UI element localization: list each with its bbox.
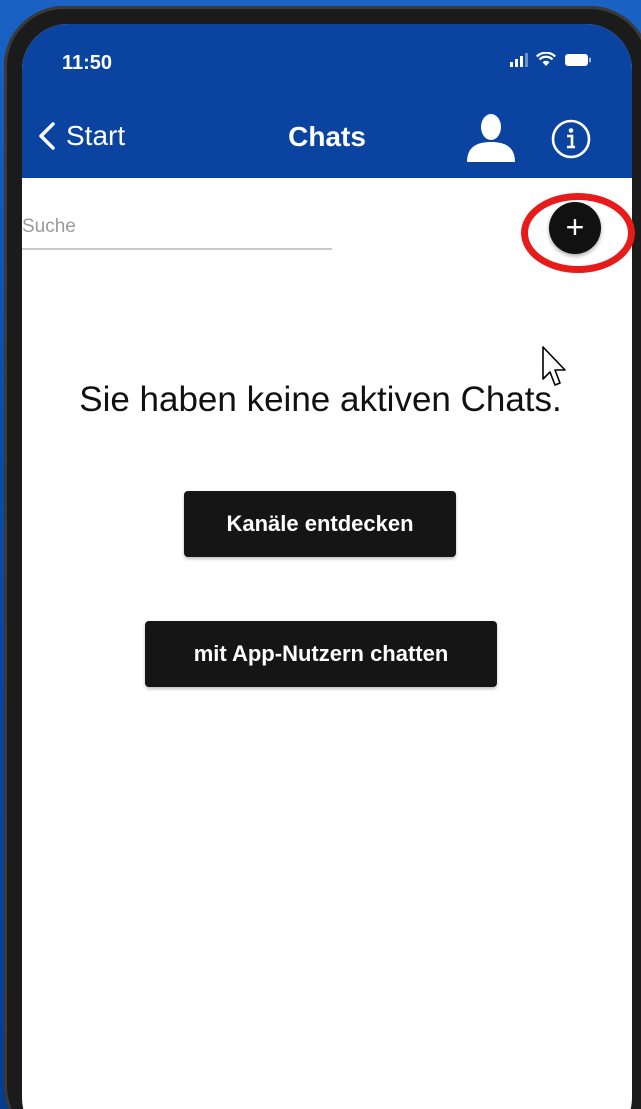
chevron-left-icon bbox=[39, 122, 55, 150]
wifi-icon bbox=[536, 52, 556, 67]
search-input[interactable] bbox=[22, 208, 332, 246]
back-button[interactable]: Start bbox=[36, 120, 125, 152]
info-button[interactable] bbox=[550, 118, 592, 160]
screenshot-stage: 11:50 Start Chats Suche + Sie haben kein… bbox=[0, 0, 641, 1109]
person-icon bbox=[467, 114, 515, 162]
phone-frame: 11:50 Start Chats bbox=[4, 6, 641, 1109]
info-icon bbox=[551, 119, 591, 159]
add-chat-button[interactable]: + bbox=[549, 202, 601, 254]
search-field[interactable] bbox=[22, 208, 332, 250]
app-screen: 11:50 Start Chats bbox=[22, 24, 632, 1109]
back-label: Start bbox=[66, 120, 126, 151]
signal-icon bbox=[510, 52, 528, 67]
status-time: 11:50 bbox=[62, 52, 113, 74]
plus-icon: + bbox=[565, 209, 585, 245]
empty-state-message: Sie haben keine aktiven Chats. bbox=[79, 380, 562, 419]
status-icons bbox=[510, 52, 592, 67]
discover-channels-button[interactable]: Kanäle entdecken bbox=[184, 491, 456, 557]
profile-button[interactable] bbox=[464, 112, 518, 164]
battery-icon bbox=[564, 53, 592, 67]
chat-with-app-users-button[interactable]: mit App-Nutzern chatten bbox=[145, 621, 497, 687]
app-header: 11:50 Start Chats bbox=[22, 24, 632, 178]
